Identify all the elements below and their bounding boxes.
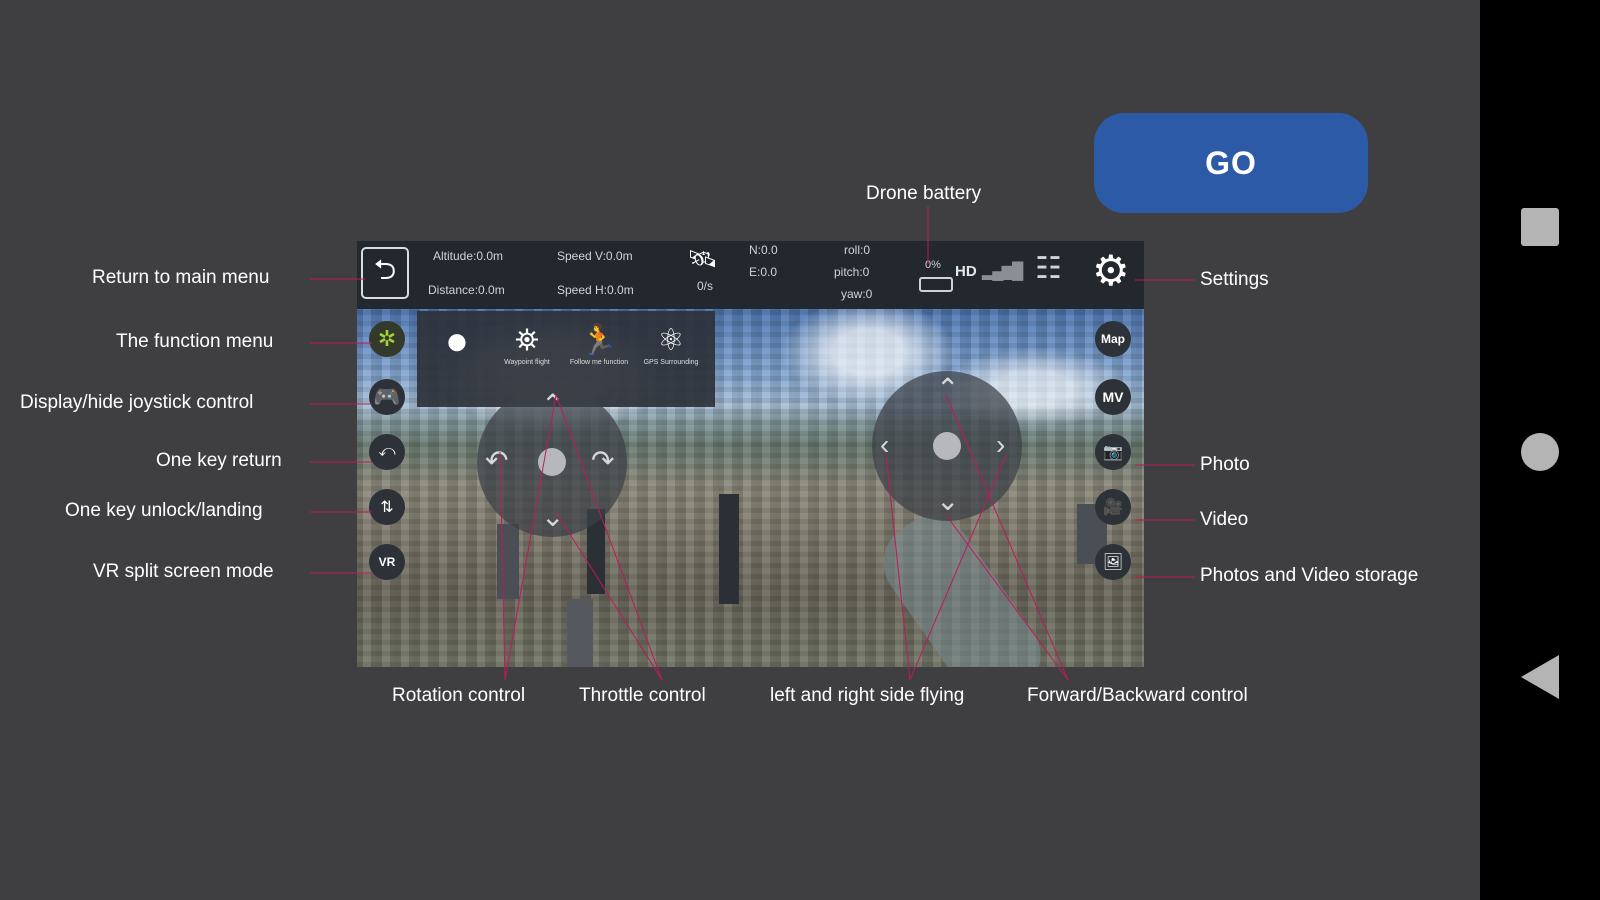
callout-one-key-return: One key return: [156, 450, 282, 471]
city-building: [497, 524, 519, 599]
callout-settings: Settings: [1200, 269, 1269, 290]
river: [867, 501, 1057, 667]
camera-icon: 📷: [1103, 444, 1123, 461]
callout-photo: Photo: [1200, 454, 1250, 475]
back-arrow-icon: ⮌: [373, 254, 397, 285]
callout-side-flying: left and right side flying: [770, 685, 965, 706]
gamepad-icon: 🎮: [373, 384, 401, 409]
roll-readout: roll:0: [844, 243, 871, 257]
map-button[interactable]: Map: [1095, 321, 1131, 357]
yaw-readout: yaw:0: [841, 287, 873, 301]
rotate-left-icon: ↶: [485, 445, 509, 476]
one-key-unlock-button[interactable]: ⇅: [369, 489, 405, 525]
east-readout: E:0.0: [749, 265, 778, 279]
vr-mode-button[interactable]: VR: [369, 544, 405, 580]
follow-me-icon: 🏃: [580, 324, 618, 357]
status-bar: ⮌ Altitude:0.0m Distance:0.0m Speed V:0.…: [357, 241, 1144, 309]
gallery-icon: 🖼: [1102, 554, 1124, 571]
function-menu-button[interactable]: ✲: [369, 321, 405, 357]
hd-badge: HD: [955, 263, 977, 280]
waypoint-flight-caption: Waypoint flight: [504, 359, 550, 366]
callout-throttle: Throttle control: [579, 685, 706, 706]
video-camera-icon: 🎥: [1103, 499, 1123, 516]
callout-vr-mode: VR split screen mode: [93, 561, 274, 582]
gallery-button[interactable]: 🖼: [1095, 544, 1131, 580]
record-dot-button[interactable]: ●: [427, 319, 487, 363]
callout-drone-battery: Drone battery: [866, 183, 982, 204]
android-navigation-bar: [1480, 0, 1600, 900]
photo-button[interactable]: 📷: [1095, 434, 1131, 470]
right-joystick[interactable]: ⌃ ‹ › ⌄: [872, 371, 1022, 521]
orbit-surrounding-icon: ⚛: [657, 324, 685, 357]
back-button[interactable]: [1521, 655, 1559, 699]
recent-apps-button[interactable]: [1521, 208, 1559, 246]
altitude-readout: Altitude:0.0m: [433, 249, 504, 263]
right-joystick-knob[interactable]: [933, 432, 961, 460]
callout-storage: Photos and Video storage: [1200, 565, 1419, 586]
drone-icon: ✲: [377, 326, 397, 351]
flight-log-icon[interactable]: ☷: [1035, 251, 1062, 286]
takeoff-land-icon: ⇅: [380, 499, 394, 516]
follow-me-button[interactable]: 🏃 Follow me function: [569, 323, 629, 367]
settings-gear-icon[interactable]: ⚙: [1092, 247, 1130, 295]
orbit-button[interactable]: ⚛ GPS Surrounding: [641, 323, 701, 367]
satellite-icon: 🛰: [687, 246, 718, 273]
signal-bars-icon: ▂▄▆█: [982, 263, 1023, 280]
left-joystick-knob[interactable]: [538, 448, 566, 476]
waypoint-flight-icon: ⛯: [515, 324, 539, 357]
callout-forward-backward: Forward/Backward control: [1027, 685, 1248, 706]
chevron-up-icon: ⌃: [936, 373, 960, 404]
distance-readout: Distance:0.0m: [428, 283, 505, 297]
double-chevron-down-icon: ⌄: [541, 501, 565, 532]
go-button[interactable]: GO: [1094, 113, 1368, 213]
callout-video: Video: [1200, 509, 1249, 530]
joystick-toggle-button[interactable]: 🎮: [369, 379, 405, 415]
home-button[interactable]: [1521, 433, 1559, 471]
chevron-right-icon: ›: [996, 429, 1006, 460]
chevron-up-icon: ⌃: [541, 389, 565, 420]
north-readout: N:0.0: [749, 243, 778, 257]
record-dot-icon: ●: [444, 319, 470, 363]
mv-button[interactable]: MV: [1095, 379, 1131, 415]
chevron-down-icon: ⌄: [936, 485, 960, 516]
pitch-readout: pitch:0: [834, 265, 870, 279]
tutorial-stage: GO ⮌ Altitude:0.0m Distance:0.0m Speed V…: [0, 0, 1480, 900]
return-main-menu-button[interactable]: ⮌: [361, 247, 409, 299]
waypoint-flight-button[interactable]: ⛯ Waypoint flight: [497, 323, 557, 367]
horizontal-speed-readout: Speed H:0.0m: [557, 283, 634, 297]
city-building: [567, 599, 593, 667]
callout-one-key-unlock: One key unlock/landing: [65, 500, 263, 521]
return-home-icon: ⤺: [378, 443, 396, 460]
battery-icon: [919, 277, 953, 292]
rotate-right-icon: ↷: [591, 445, 615, 476]
follow-me-caption: Follow me function: [569, 359, 629, 366]
app-screenshot: ⮌ Altitude:0.0m Distance:0.0m Speed V:0.…: [357, 241, 1144, 667]
callout-rotation: Rotation control: [392, 685, 526, 706]
callout-return-main-menu: Return to main menu: [92, 267, 270, 288]
vertical-speed-readout: Speed V:0.0m: [557, 249, 633, 263]
callout-joystick-toggle: Display/hide joystick control: [20, 392, 254, 413]
satellite-count: 0/s: [697, 279, 714, 293]
orbit-caption: GPS Surrounding: [643, 359, 699, 366]
battery-percent: 0%: [925, 259, 941, 271]
city-building: [719, 494, 739, 604]
callout-function-menu: The function menu: [116, 331, 274, 352]
chevron-left-icon: ‹: [880, 429, 890, 460]
left-joystick[interactable]: ⌃ ↶ ↷ ⌄: [477, 387, 627, 537]
video-button[interactable]: 🎥: [1095, 489, 1131, 525]
one-key-return-button[interactable]: ⤺: [369, 434, 405, 470]
